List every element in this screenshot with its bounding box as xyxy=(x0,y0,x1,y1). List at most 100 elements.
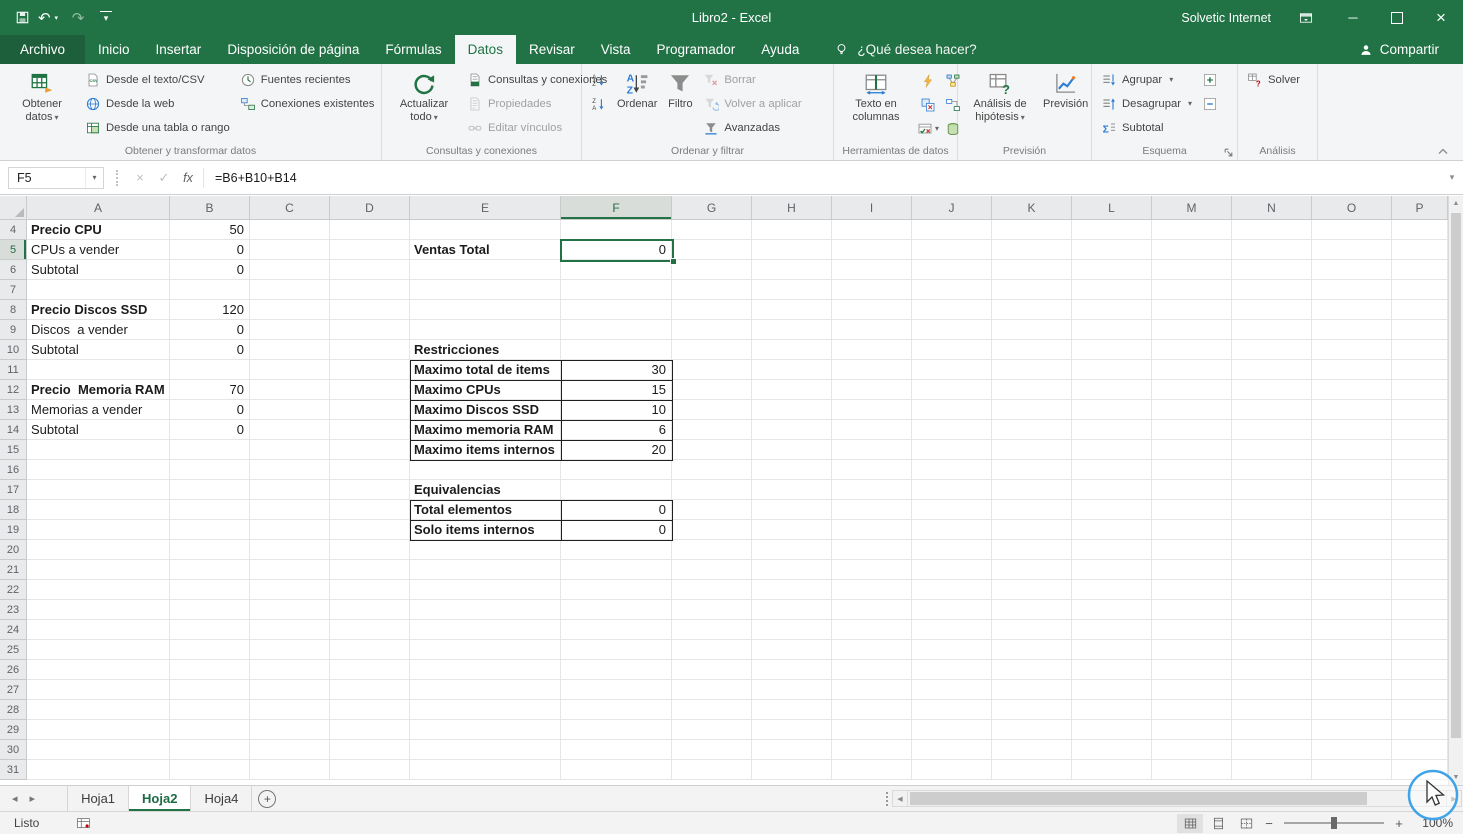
cell-H8[interactable] xyxy=(752,300,832,320)
cell-O23[interactable] xyxy=(1312,600,1392,620)
cell-I17[interactable] xyxy=(832,480,912,500)
cell-H13[interactable] xyxy=(752,400,832,420)
desde-el-texto-csv-button[interactable]: CSV Desde el texto/CSV xyxy=(82,69,233,90)
cell-P21[interactable] xyxy=(1392,560,1448,580)
cell-J9[interactable] xyxy=(912,320,992,340)
avanzadas-button[interactable]: Avanzadas xyxy=(700,117,804,138)
cell-D26[interactable] xyxy=(330,660,410,680)
cell-G11[interactable] xyxy=(672,360,752,380)
view-normal-button[interactable] xyxy=(1177,813,1203,833)
row-header-11[interactable]: 11 xyxy=(0,360,27,380)
cell-P19[interactable] xyxy=(1392,520,1448,540)
cell-O15[interactable] xyxy=(1312,440,1392,460)
column-header-G[interactable]: G xyxy=(672,196,752,220)
cell-G17[interactable] xyxy=(672,480,752,500)
cell-F21[interactable] xyxy=(561,560,672,580)
cell-D28[interactable] xyxy=(330,700,410,720)
view-page-layout-button[interactable] xyxy=(1205,814,1231,833)
cell-J11[interactable] xyxy=(912,360,992,380)
column-header-O[interactable]: O xyxy=(1312,196,1392,220)
vertical-scroll-thumb[interactable] xyxy=(1451,213,1461,738)
cell-A16[interactable] xyxy=(27,460,170,480)
cell-I16[interactable] xyxy=(832,460,912,480)
cell-C12[interactable] xyxy=(250,380,330,400)
cell-K14[interactable] xyxy=(992,420,1072,440)
cell-H19[interactable] xyxy=(752,520,832,540)
cell-I29[interactable] xyxy=(832,720,912,740)
cell-J22[interactable] xyxy=(912,580,992,600)
cell-M10[interactable] xyxy=(1152,340,1232,360)
cell-D20[interactable] xyxy=(330,540,410,560)
cell-K26[interactable] xyxy=(992,660,1072,680)
cell-D23[interactable] xyxy=(330,600,410,620)
cell-J31[interactable] xyxy=(912,760,992,780)
tab-disposicion-de-pagina[interactable]: Disposición de página xyxy=(214,35,372,64)
row-header-8[interactable]: 8 xyxy=(0,300,27,320)
cell-H16[interactable] xyxy=(752,460,832,480)
hide-detail-button[interactable] xyxy=(1199,93,1221,114)
zoom-level[interactable]: 100% xyxy=(1415,816,1453,830)
select-all-corner[interactable] xyxy=(0,196,27,220)
cell-P30[interactable] xyxy=(1392,740,1448,760)
cell-L13[interactable] xyxy=(1072,400,1152,420)
column-header-B[interactable]: B xyxy=(170,196,250,220)
cell-D11[interactable] xyxy=(330,360,410,380)
cell-K13[interactable] xyxy=(992,400,1072,420)
cell-D18[interactable] xyxy=(330,500,410,520)
cell-B7[interactable] xyxy=(170,280,250,300)
row-header-16[interactable]: 16 xyxy=(0,460,27,480)
cell-L7[interactable] xyxy=(1072,280,1152,300)
cell-L24[interactable] xyxy=(1072,620,1152,640)
cell-K18[interactable] xyxy=(992,500,1072,520)
cell-O13[interactable] xyxy=(1312,400,1392,420)
cell-J21[interactable] xyxy=(912,560,992,580)
cell-D8[interactable] xyxy=(330,300,410,320)
cell-G13[interactable] xyxy=(672,400,752,420)
cell-H18[interactable] xyxy=(752,500,832,520)
cell-C10[interactable] xyxy=(250,340,330,360)
cell-A15[interactable] xyxy=(27,440,170,460)
formula-bar-drag-handle[interactable] xyxy=(116,169,118,186)
cell-K10[interactable] xyxy=(992,340,1072,360)
cell-C6[interactable] xyxy=(250,260,330,280)
cell-L26[interactable] xyxy=(1072,660,1152,680)
cell-D24[interactable] xyxy=(330,620,410,640)
cell-O22[interactable] xyxy=(1312,580,1392,600)
cell-O27[interactable] xyxy=(1312,680,1392,700)
cell-H24[interactable] xyxy=(752,620,832,640)
cell-P11[interactable] xyxy=(1392,360,1448,380)
cell-C31[interactable] xyxy=(250,760,330,780)
cell-M31[interactable] xyxy=(1152,760,1232,780)
cell-G9[interactable] xyxy=(672,320,752,340)
cell-P26[interactable] xyxy=(1392,660,1448,680)
column-header-I[interactable]: I xyxy=(832,196,912,220)
cell-O10[interactable] xyxy=(1312,340,1392,360)
cell-P23[interactable] xyxy=(1392,600,1448,620)
cell-G8[interactable] xyxy=(672,300,752,320)
row-header-5[interactable]: 5 xyxy=(0,240,27,260)
cell-G5[interactable] xyxy=(672,240,752,260)
cell-M28[interactable] xyxy=(1152,700,1232,720)
cell-E10[interactable]: Restricciones xyxy=(410,340,561,360)
row-header-22[interactable]: 22 xyxy=(0,580,27,600)
cell-M8[interactable] xyxy=(1152,300,1232,320)
cell-B8[interactable]: 120 xyxy=(170,300,250,320)
cell-E6[interactable] xyxy=(410,260,561,280)
cell-N18[interactable] xyxy=(1232,500,1312,520)
cell-C19[interactable] xyxy=(250,520,330,540)
cell-B13[interactable]: 0 xyxy=(170,400,250,420)
cell-H9[interactable] xyxy=(752,320,832,340)
minimize-button[interactable]: ─ xyxy=(1331,0,1375,35)
texto-en-columnas-button[interactable]: Texto en columnas xyxy=(840,67,912,125)
cell-O7[interactable] xyxy=(1312,280,1392,300)
scroll-down-icon[interactable]: ▼ xyxy=(1449,770,1463,785)
cell-F23[interactable] xyxy=(561,600,672,620)
cell-P6[interactable] xyxy=(1392,260,1448,280)
fuentes-recientes-button[interactable]: Fuentes recientes xyxy=(237,69,378,90)
cell-P27[interactable] xyxy=(1392,680,1448,700)
cell-B14[interactable]: 0 xyxy=(170,420,250,440)
cell-L14[interactable] xyxy=(1072,420,1152,440)
cell-E20[interactable] xyxy=(410,540,561,560)
cell-J24[interactable] xyxy=(912,620,992,640)
cell-H17[interactable] xyxy=(752,480,832,500)
